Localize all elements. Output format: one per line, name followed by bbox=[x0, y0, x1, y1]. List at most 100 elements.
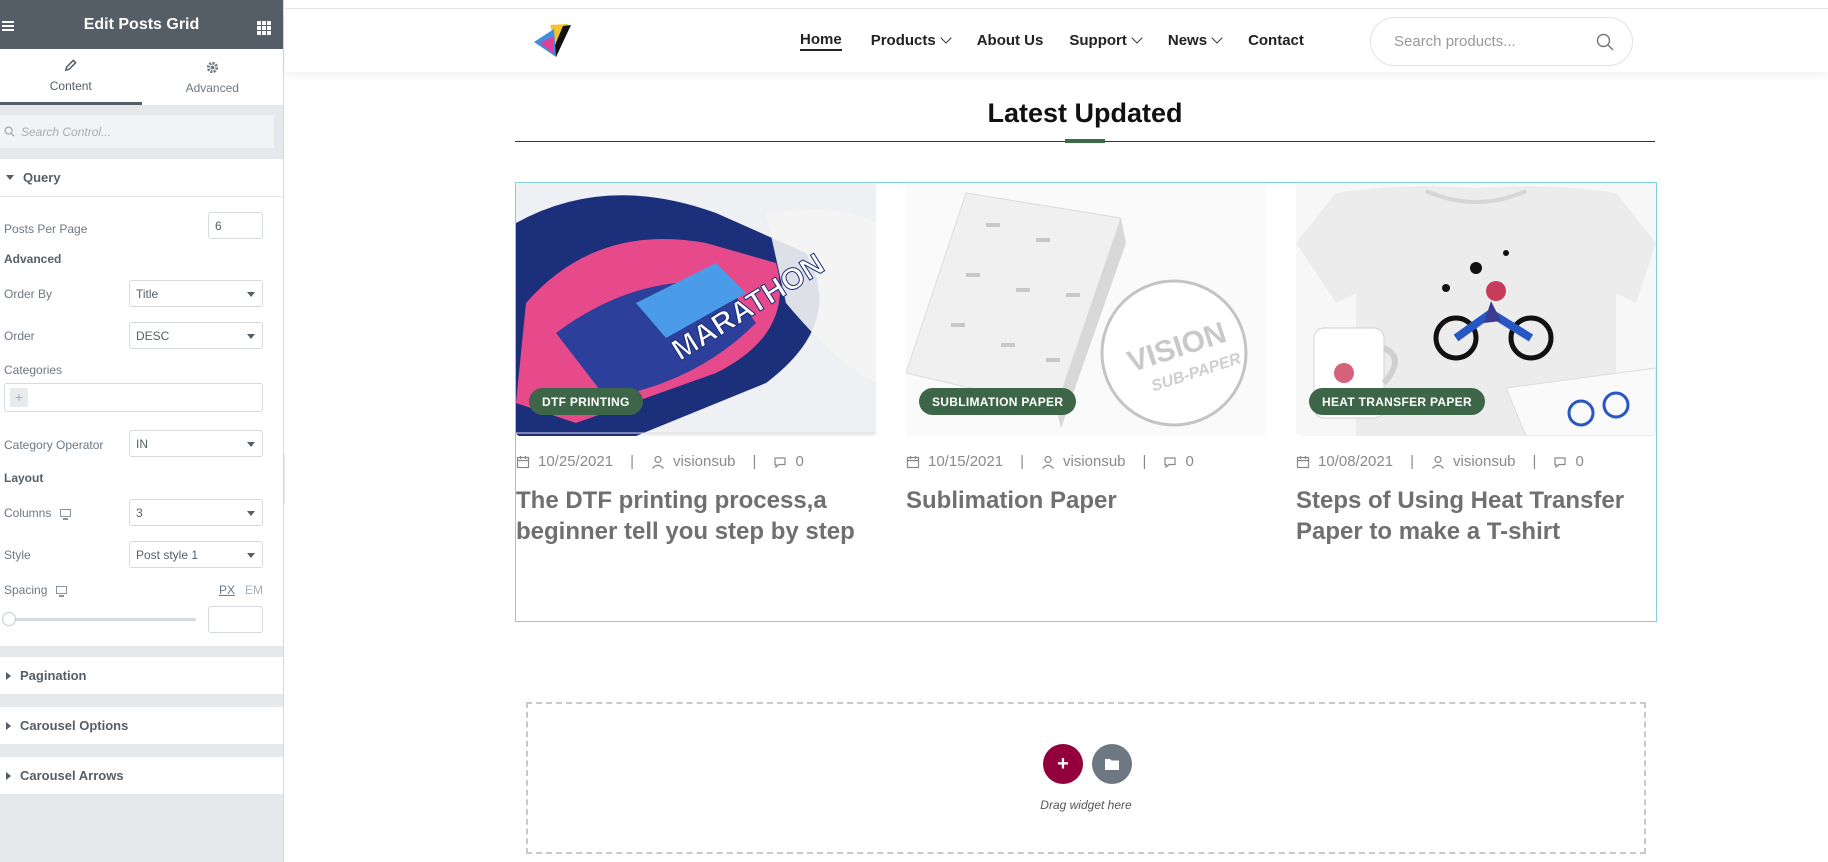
product-search-placeholder: Search products... bbox=[1394, 33, 1516, 50]
caret-down-icon bbox=[247, 292, 255, 297]
style-select[interactable]: Post style 1 bbox=[129, 541, 263, 568]
pagination-section[interactable]: Pagination bbox=[0, 657, 283, 695]
product-search-input[interactable]: Search products... bbox=[1370, 17, 1633, 66]
meta-separator: | bbox=[1142, 453, 1147, 470]
carousel-arrows-section[interactable]: Carousel Arrows bbox=[0, 757, 283, 795]
site-preview: Home Products About Us Support News Cont… bbox=[285, 0, 1828, 862]
add-section-button[interactable]: + bbox=[1043, 744, 1083, 784]
drop-zone-buttons: + bbox=[1043, 744, 1132, 784]
query-section-title: Query bbox=[23, 170, 61, 185]
hamburger-icon[interactable] bbox=[2, 21, 14, 31]
order-by-value: Title bbox=[136, 287, 159, 301]
nav-contact[interactable]: Contact bbox=[1248, 32, 1304, 49]
tab-advanced[interactable]: Advanced bbox=[142, 49, 284, 105]
caret-down-icon bbox=[247, 442, 255, 447]
desktop-icon[interactable] bbox=[60, 509, 72, 520]
post-date: 10/25/2021 bbox=[538, 453, 614, 470]
posts-per-page-label: Posts Per Page bbox=[4, 222, 88, 236]
spacing-units: PX EM bbox=[219, 583, 263, 597]
category-badge[interactable]: HEAT TRANSFER PAPER bbox=[1309, 388, 1485, 415]
post-title[interactable]: Sublimation Paper bbox=[906, 485, 1266, 516]
order-by-select[interactable]: Title bbox=[129, 280, 263, 307]
drop-zone-label: Drag widget here bbox=[1040, 798, 1132, 812]
post-thumbnail[interactable]: VISION SUB-PAPER SUBLIMATION PAPER bbox=[906, 183, 1266, 436]
query-section-header[interactable]: Query bbox=[0, 159, 283, 197]
post-thumbnail[interactable]: MARATHON DTF PRINTING bbox=[516, 183, 876, 436]
posts-grid[interactable]: MARATHON DTF PRINTING 10/25/2021 | visio… bbox=[515, 182, 1657, 622]
pencil-icon bbox=[64, 59, 77, 72]
order-value: DESC bbox=[136, 329, 170, 343]
nav-support-label: Support bbox=[1069, 32, 1127, 49]
columns-select[interactable]: 3 bbox=[129, 499, 263, 526]
slider-handle[interactable] bbox=[2, 612, 16, 626]
category-operator-select[interactable]: IN bbox=[129, 430, 263, 457]
chevron-down-icon bbox=[1211, 32, 1223, 44]
nav-about-us-label: About Us bbox=[976, 32, 1044, 49]
spacing-slider[interactable] bbox=[2, 612, 196, 626]
search-icon[interactable] bbox=[1596, 33, 1614, 51]
main-nav: Home Products About Us Support News Cont… bbox=[800, 9, 1304, 72]
pagination-header[interactable]: Pagination bbox=[0, 657, 283, 695]
carousel-arrows-title: Carousel Arrows bbox=[20, 768, 124, 783]
post-date: 10/08/2021 bbox=[1318, 453, 1394, 470]
post-author[interactable]: visionsub bbox=[1453, 453, 1516, 470]
spacing-input[interactable] bbox=[208, 606, 263, 633]
categories-row: Categories bbox=[4, 363, 263, 377]
post-comments-count[interactable]: 0 bbox=[795, 453, 803, 470]
widgets-grid-icon[interactable] bbox=[257, 21, 271, 35]
style-label: Style bbox=[4, 548, 31, 562]
meta-separator: | bbox=[752, 453, 757, 470]
nav-support[interactable]: Support bbox=[1069, 32, 1143, 49]
post-comments-count[interactable]: 0 bbox=[1575, 453, 1583, 470]
folder-icon bbox=[1105, 759, 1119, 770]
post-date: 10/15/2021 bbox=[928, 453, 1004, 470]
caret-down-icon bbox=[247, 553, 255, 558]
plus-icon[interactable]: + bbox=[10, 388, 28, 407]
site-header: Home Products About Us Support News Cont… bbox=[285, 9, 1828, 72]
posts-per-page-input[interactable]: 6 bbox=[208, 212, 263, 239]
query-section: Query Posts Per Page 6 Advanced Order By… bbox=[0, 159, 283, 646]
post-card[interactable]: VISION SUB-PAPER SUBLIMATION PAPER 10/15… bbox=[906, 183, 1266, 514]
spacing-label: Spacing bbox=[4, 583, 48, 597]
nav-news[interactable]: News bbox=[1168, 32, 1223, 49]
post-meta: 10/15/2021 | visionsub | 0 bbox=[906, 453, 1194, 470]
post-comments-count[interactable]: 0 bbox=[1185, 453, 1193, 470]
query-controls: Posts Per Page 6 Advanced Order By Title… bbox=[0, 197, 283, 646]
post-title[interactable]: Steps of Using Heat Transfer Paper to ma… bbox=[1296, 485, 1656, 547]
tab-content-label: Content bbox=[49, 79, 92, 93]
editor-window: Edit Posts Grid Content Advanced Search … bbox=[0, 0, 1828, 862]
category-badge[interactable]: DTF PRINTING bbox=[529, 388, 643, 415]
caret-right-icon bbox=[6, 721, 11, 730]
carousel-arrows-header[interactable]: Carousel Arrows bbox=[0, 757, 283, 795]
carousel-options-section[interactable]: Carousel Options bbox=[0, 707, 283, 745]
order-by-label: Order By bbox=[4, 287, 53, 301]
post-card[interactable]: HEAT TRANSFER PAPER 10/08/2021 | visions… bbox=[1296, 183, 1656, 545]
nav-about-us[interactable]: About Us bbox=[977, 32, 1044, 49]
comment-icon bbox=[1554, 456, 1567, 468]
search-control-input[interactable]: Search Control... bbox=[0, 115, 274, 148]
widget-drop-zone[interactable]: + Drag widget here bbox=[526, 702, 1646, 854]
order-select[interactable]: DESC bbox=[129, 322, 263, 349]
add-template-button[interactable] bbox=[1092, 744, 1132, 784]
desktop-icon[interactable] bbox=[56, 586, 68, 597]
site-logo[interactable] bbox=[530, 22, 574, 62]
chevron-down-icon bbox=[1131, 32, 1143, 44]
categories-input[interactable]: + bbox=[4, 383, 263, 412]
user-icon bbox=[652, 455, 664, 469]
post-author[interactable]: visionsub bbox=[1063, 453, 1126, 470]
panel-tabs: Content Advanced bbox=[0, 49, 283, 105]
gear-icon bbox=[206, 61, 218, 73]
post-author[interactable]: visionsub bbox=[673, 453, 736, 470]
carousel-options-header[interactable]: Carousel Options bbox=[0, 707, 283, 745]
tab-content[interactable]: Content bbox=[0, 49, 142, 105]
nav-home[interactable]: Home bbox=[800, 31, 842, 51]
unit-em[interactable]: EM bbox=[245, 583, 263, 597]
nav-products[interactable]: Products bbox=[871, 32, 952, 49]
post-title[interactable]: The DTF printing process,a beginner tell… bbox=[516, 485, 876, 547]
categories-label: Categories bbox=[4, 363, 63, 377]
unit-px[interactable]: PX bbox=[219, 583, 235, 597]
columns-label: Columns bbox=[4, 506, 52, 520]
post-thumbnail[interactable]: HEAT TRANSFER PAPER bbox=[1296, 183, 1656, 436]
category-badge[interactable]: SUBLIMATION PAPER bbox=[919, 388, 1077, 415]
post-card[interactable]: MARATHON DTF PRINTING 10/25/2021 | visio… bbox=[516, 183, 876, 545]
